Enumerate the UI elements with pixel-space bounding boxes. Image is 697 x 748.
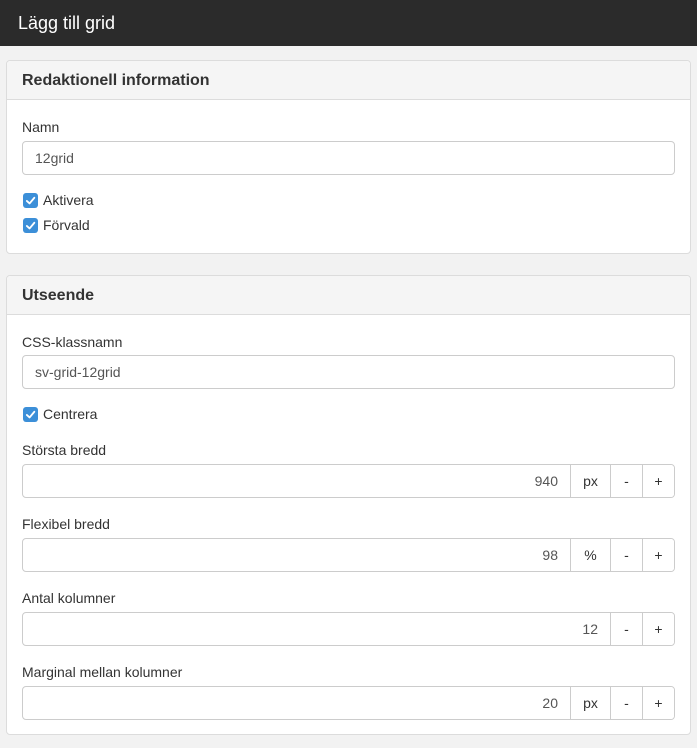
flex-width-increment-button[interactable]: + <box>642 539 674 571</box>
columns-group: 12 - + <box>22 612 675 646</box>
activate-label: Aktivera <box>43 192 94 208</box>
window-title: Lägg till grid <box>0 0 697 46</box>
check-icon <box>23 406 38 422</box>
gutter-decrement-button[interactable]: - <box>610 687 642 719</box>
gutter-increment-button[interactable]: + <box>642 687 674 719</box>
css-class-label: CSS-klassnamn <box>22 334 123 350</box>
max-width-increment-button[interactable]: + <box>642 465 674 497</box>
flex-width-unit: % <box>570 539 610 571</box>
gutter-group: 20 px - + <box>22 686 675 720</box>
columns-decrement-button[interactable]: - <box>610 613 642 645</box>
appearance-panel: Utseende CSS-klassnamn Centrera Största … <box>6 275 691 735</box>
max-width-input[interactable]: 940 <box>23 465 570 497</box>
max-width-unit: px <box>570 465 610 497</box>
default-checkbox[interactable]: Förvald <box>23 217 90 233</box>
check-icon <box>23 192 38 208</box>
flex-width-label: Flexibel bredd <box>22 516 110 532</box>
center-label: Centrera <box>43 406 98 422</box>
appearance-heading: Utseende <box>7 276 690 315</box>
max-width-label: Största bredd <box>22 442 107 458</box>
default-label: Förvald <box>43 217 90 233</box>
max-width-decrement-button[interactable]: - <box>610 465 642 497</box>
gutter-input[interactable]: 20 <box>23 687 570 719</box>
flex-width-group: 98 % - + <box>22 538 675 572</box>
max-width-group: 940 px - + <box>22 464 675 498</box>
flex-width-decrement-button[interactable]: - <box>610 539 642 571</box>
css-class-input[interactable] <box>22 355 675 389</box>
check-icon <box>23 217 38 233</box>
activate-checkbox[interactable]: Aktivera <box>23 192 94 208</box>
columns-increment-button[interactable]: + <box>642 613 674 645</box>
columns-label: Antal kolumner <box>22 590 116 606</box>
columns-input[interactable]: 12 <box>23 613 610 645</box>
editorial-panel: Redaktionell information Namn Aktivera F… <box>6 60 691 254</box>
editorial-heading: Redaktionell information <box>7 61 690 100</box>
gutter-unit: px <box>570 687 610 719</box>
gutter-label: Marginal mellan kolumner <box>22 664 183 680</box>
name-label: Namn <box>22 119 60 135</box>
flex-width-input[interactable]: 98 <box>23 539 570 571</box>
center-checkbox[interactable]: Centrera <box>23 406 97 422</box>
name-input[interactable] <box>22 141 675 175</box>
